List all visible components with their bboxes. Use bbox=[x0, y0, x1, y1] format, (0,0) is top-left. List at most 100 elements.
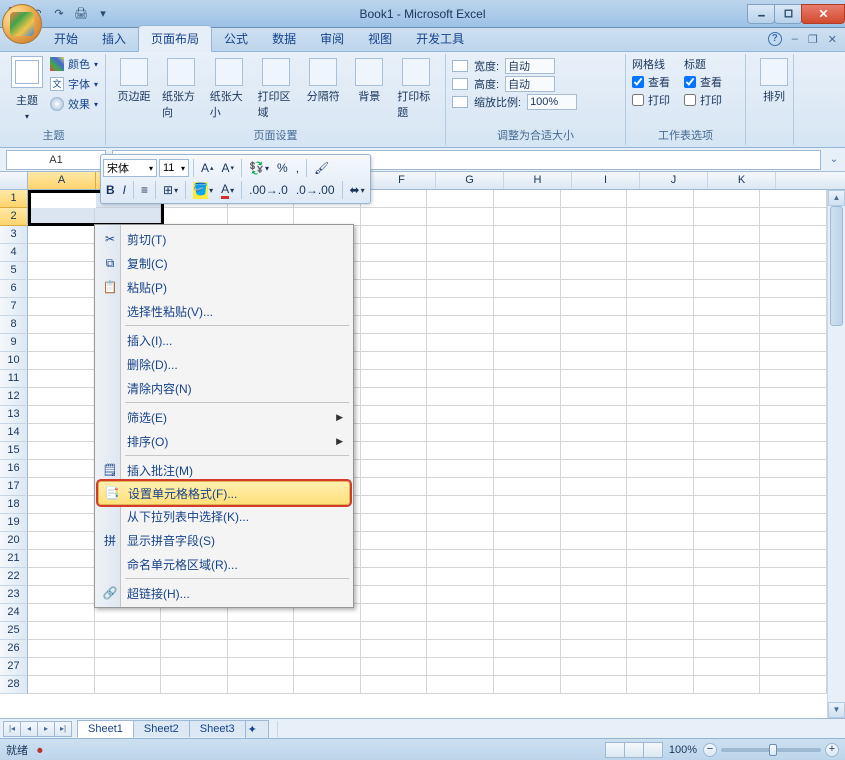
scroll-down-icon[interactable]: ▼ bbox=[828, 702, 845, 718]
row-header-5[interactable]: 5 bbox=[0, 262, 28, 280]
row-header-10[interactable]: 10 bbox=[0, 352, 28, 370]
mini-fontsize-selector[interactable]: 11▾ bbox=[159, 159, 189, 177]
scale-scale-input[interactable]: 100% bbox=[527, 94, 577, 110]
col-header-G[interactable]: G bbox=[436, 172, 504, 189]
cm-sort[interactable]: 排序(O)▶ bbox=[97, 429, 351, 453]
doc-restore-icon[interactable]: ❐ bbox=[808, 33, 818, 46]
sheet-nav-prev-icon[interactable]: ◂ bbox=[20, 721, 38, 737]
zoom-slider[interactable] bbox=[721, 748, 821, 752]
scale-height-input[interactable]: 自动 bbox=[505, 76, 555, 92]
tab-developer[interactable]: 开发工具 bbox=[404, 26, 476, 51]
horizontal-scrollbar[interactable] bbox=[277, 721, 845, 737]
row-header-20[interactable]: 20 bbox=[0, 532, 28, 550]
doc-close-icon[interactable]: ✕ bbox=[828, 33, 837, 46]
scale-width-input[interactable]: 自动 bbox=[505, 58, 555, 74]
row-header-23[interactable]: 23 bbox=[0, 586, 28, 604]
cm-format-cells[interactable]: 📑设置单元格格式(F)... bbox=[98, 481, 350, 505]
minimize-ribbon-icon[interactable]: – bbox=[792, 33, 798, 45]
gridlines-view-checkbox[interactable]: 查看 bbox=[632, 74, 670, 90]
row-header-19[interactable]: 19 bbox=[0, 514, 28, 532]
row-header-11[interactable]: 11 bbox=[0, 370, 28, 388]
view-normal-icon[interactable] bbox=[605, 742, 625, 758]
cm-copy[interactable]: ⧉复制(C) bbox=[97, 251, 351, 275]
cm-hyperlink[interactable]: 🔗超链接(H)... bbox=[97, 581, 351, 605]
bold-icon[interactable]: B bbox=[103, 180, 118, 200]
zoom-out-icon[interactable]: − bbox=[703, 743, 717, 757]
theme-fonts-button[interactable]: 文字体▾ bbox=[50, 76, 98, 92]
row-header-24[interactable]: 24 bbox=[0, 604, 28, 622]
minimize-button[interactable] bbox=[747, 4, 775, 24]
sheet-nav-first-icon[interactable]: |◂ bbox=[3, 721, 21, 737]
percent-icon[interactable]: % bbox=[274, 158, 291, 178]
theme-effects-button[interactable]: 效果▾ bbox=[50, 96, 98, 112]
redo-icon[interactable]: ↷ bbox=[50, 5, 68, 23]
col-header-K[interactable]: K bbox=[708, 172, 776, 189]
office-button[interactable] bbox=[2, 4, 42, 44]
vscroll-thumb[interactable] bbox=[830, 206, 843, 326]
row-header-16[interactable]: 16 bbox=[0, 460, 28, 478]
size-button[interactable]: 纸张大小 bbox=[206, 56, 252, 122]
tab-formulas[interactable]: 公式 bbox=[212, 26, 260, 51]
tab-review[interactable]: 审阅 bbox=[308, 26, 356, 51]
print-area-button[interactable]: 打印区域 bbox=[254, 56, 300, 122]
row-header-9[interactable]: 9 bbox=[0, 334, 28, 352]
grow-font-icon[interactable]: A▴ bbox=[198, 158, 217, 178]
tab-page-layout[interactable]: 页面布局 bbox=[138, 25, 212, 52]
name-box[interactable]: A1 bbox=[6, 150, 106, 170]
tab-data[interactable]: 数据 bbox=[260, 26, 308, 51]
select-all-corner[interactable] bbox=[0, 172, 28, 189]
fill-color-icon[interactable]: 🪣▾ bbox=[190, 180, 216, 200]
row-header-7[interactable]: 7 bbox=[0, 298, 28, 316]
zoom-in-icon[interactable]: + bbox=[825, 743, 839, 757]
decrease-decimal-icon[interactable]: .00→.0 bbox=[246, 180, 291, 200]
cm-name-range[interactable]: 命名单元格区域(R)... bbox=[97, 552, 351, 576]
sheet-nav-last-icon[interactable]: ▸| bbox=[54, 721, 72, 737]
col-header-I[interactable]: I bbox=[572, 172, 640, 189]
row-header-25[interactable]: 25 bbox=[0, 622, 28, 640]
row-header-27[interactable]: 27 bbox=[0, 658, 28, 676]
italic-icon[interactable]: I bbox=[120, 180, 129, 200]
sheet-tab-3[interactable]: Sheet3 bbox=[189, 720, 246, 737]
row-header-18[interactable]: 18 bbox=[0, 496, 28, 514]
font-color-icon[interactable]: A▾ bbox=[218, 180, 237, 200]
shrink-font-icon[interactable]: A▾ bbox=[219, 158, 238, 178]
view-pagelayout-icon[interactable] bbox=[624, 742, 644, 758]
sheet-nav-next-icon[interactable]: ▸ bbox=[37, 721, 55, 737]
mini-font-selector[interactable]: 宋体▾ bbox=[103, 159, 157, 177]
cm-pick-from-list[interactable]: 从下拉列表中选择(K)... bbox=[97, 504, 351, 528]
help-icon[interactable]: ? bbox=[768, 32, 782, 46]
sheet-tab-1[interactable]: Sheet1 bbox=[77, 720, 134, 738]
merge-center-icon[interactable]: ⬌▾ bbox=[347, 180, 368, 200]
row-header-4[interactable]: 4 bbox=[0, 244, 28, 262]
row-header-14[interactable]: 14 bbox=[0, 424, 28, 442]
headings-print-checkbox[interactable]: 打印 bbox=[684, 92, 722, 108]
active-cell[interactable] bbox=[28, 190, 96, 208]
gridlines-print-checkbox[interactable]: 打印 bbox=[632, 92, 670, 108]
row-header-3[interactable]: 3 bbox=[0, 226, 28, 244]
margins-button[interactable]: 页边距 bbox=[112, 56, 156, 122]
cm-delete[interactable]: 删除(D)... bbox=[97, 352, 351, 376]
cm-clear-contents[interactable]: 清除内容(N) bbox=[97, 376, 351, 400]
tab-home[interactable]: 开始 bbox=[42, 26, 90, 51]
row-header-28[interactable]: 28 bbox=[0, 676, 28, 694]
col-header-H[interactable]: H bbox=[504, 172, 572, 189]
tab-view[interactable]: 视图 bbox=[356, 26, 404, 51]
cm-paste[interactable]: 📋粘贴(P) bbox=[97, 275, 351, 299]
row-header-15[interactable]: 15 bbox=[0, 442, 28, 460]
tab-insert[interactable]: 插入 bbox=[90, 26, 138, 51]
new-sheet-button[interactable]: ✦ bbox=[245, 720, 269, 738]
cm-insert-comment[interactable]: 🗒插入批注(M) bbox=[97, 458, 351, 482]
cm-insert[interactable]: 插入(I)... bbox=[97, 328, 351, 352]
row-header-17[interactable]: 17 bbox=[0, 478, 28, 496]
format-painter-icon[interactable]: 🖌 bbox=[311, 158, 332, 178]
row-header-1[interactable]: 1 bbox=[0, 190, 28, 208]
vertical-scrollbar[interactable]: ▲ ▼ bbox=[827, 190, 845, 718]
qat-customize-icon[interactable]: ▾ bbox=[94, 5, 112, 23]
row-header-2[interactable]: 2 bbox=[0, 208, 28, 226]
breaks-button[interactable]: 分隔符 bbox=[301, 56, 345, 122]
zoom-slider-thumb[interactable] bbox=[769, 744, 777, 756]
row-header-21[interactable]: 21 bbox=[0, 550, 28, 568]
borders-icon[interactable]: ⊞▾ bbox=[160, 180, 181, 200]
headings-view-checkbox[interactable]: 查看 bbox=[684, 74, 722, 90]
quickprint-icon[interactable]: 🖨 bbox=[72, 5, 90, 23]
